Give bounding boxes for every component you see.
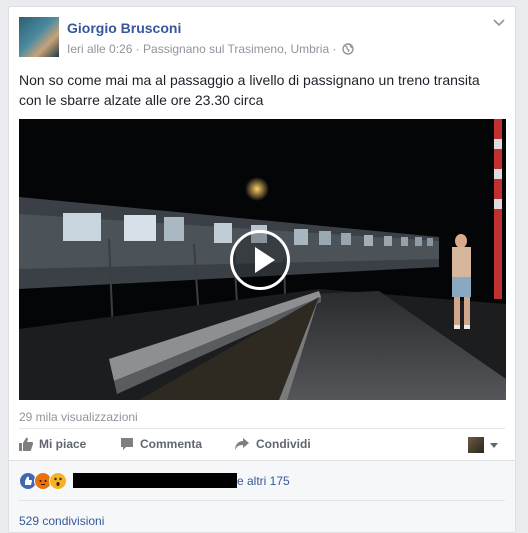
redacted-names: [73, 473, 237, 488]
reactions[interactable]: [19, 472, 67, 490]
post-card: Giorgio Brusconi Ieri alle 0:26 · Passig…: [8, 6, 516, 533]
wow-reaction-icon: [49, 472, 67, 490]
comment-label: Commenta: [140, 437, 203, 451]
like-label: Mi piace: [39, 437, 87, 451]
like-button[interactable]: Mi piace: [19, 437, 86, 451]
globe-icon: [342, 43, 354, 55]
video-player[interactable]: [19, 119, 506, 400]
divider: [9, 460, 515, 461]
share-count[interactable]: 529 condivisioni: [19, 514, 104, 528]
share-label: Condividi: [256, 437, 311, 451]
divider: [19, 500, 505, 501]
share-icon: [235, 438, 249, 450]
share-button[interactable]: Condividi: [234, 437, 311, 451]
action-bar: Mi piace Commenta Condividi: [19, 433, 506, 461]
feedback-section: e altri 175 529 condivisioni: [9, 460, 515, 532]
author-avatar[interactable]: [19, 17, 59, 57]
post-text: Non so come mai ma al passaggio a livell…: [19, 72, 480, 108]
caret-down-icon[interactable]: [490, 443, 498, 448]
post-meta: Ieri alle 0:26 · Passignano sul Trasimen…: [67, 42, 354, 56]
chevron-down-icon[interactable]: [493, 19, 505, 27]
comment-button[interactable]: Commenta: [120, 437, 202, 451]
like-icon: [19, 437, 33, 451]
divider: [19, 428, 505, 429]
view-count[interactable]: 29 mila visualizzazioni: [19, 410, 138, 424]
comment-icon: [121, 438, 133, 450]
reactions-others[interactable]: e altri 175: [237, 474, 290, 488]
author-name[interactable]: Giorgio Brusconi: [67, 20, 181, 36]
viewer-avatar[interactable]: [468, 437, 484, 453]
post-meta-text[interactable]: Ieri alle 0:26 · Passignano sul Trasimen…: [67, 42, 336, 56]
play-icon[interactable]: [230, 230, 290, 290]
